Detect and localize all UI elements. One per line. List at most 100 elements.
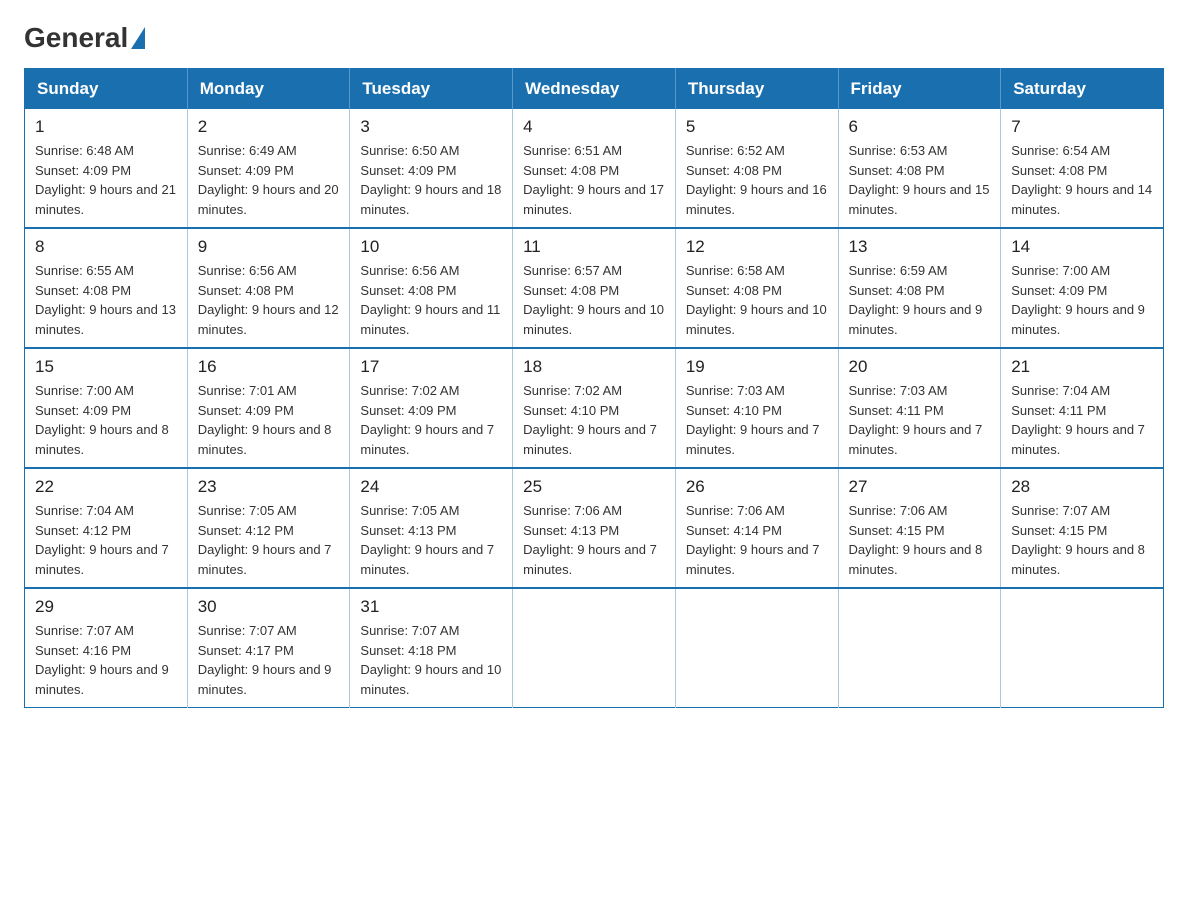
day-number: 10: [360, 237, 502, 257]
day-info: Sunrise: 7:03 AMSunset: 4:11 PMDaylight:…: [849, 381, 991, 459]
calendar-cell: 28 Sunrise: 7:07 AMSunset: 4:15 PMDaylig…: [1001, 468, 1164, 588]
calendar-cell: 20 Sunrise: 7:03 AMSunset: 4:11 PMDaylig…: [838, 348, 1001, 468]
day-number: 4: [523, 117, 665, 137]
day-number: 6: [849, 117, 991, 137]
calendar-cell: 2 Sunrise: 6:49 AMSunset: 4:09 PMDayligh…: [187, 109, 350, 228]
day-number: 31: [360, 597, 502, 617]
calendar-cell: 24 Sunrise: 7:05 AMSunset: 4:13 PMDaylig…: [350, 468, 513, 588]
day-number: 22: [35, 477, 177, 497]
day-number: 30: [198, 597, 340, 617]
week-row-5: 29 Sunrise: 7:07 AMSunset: 4:16 PMDaylig…: [25, 588, 1164, 708]
calendar-cell: 23 Sunrise: 7:05 AMSunset: 4:12 PMDaylig…: [187, 468, 350, 588]
day-number: 8: [35, 237, 177, 257]
calendar-cell: 13 Sunrise: 6:59 AMSunset: 4:08 PMDaylig…: [838, 228, 1001, 348]
day-number: 2: [198, 117, 340, 137]
day-info: Sunrise: 7:07 AMSunset: 4:15 PMDaylight:…: [1011, 501, 1153, 579]
calendar-cell: 18 Sunrise: 7:02 AMSunset: 4:10 PMDaylig…: [513, 348, 676, 468]
day-info: Sunrise: 7:01 AMSunset: 4:09 PMDaylight:…: [198, 381, 340, 459]
calendar-cell: [513, 588, 676, 708]
calendar-cell: 25 Sunrise: 7:06 AMSunset: 4:13 PMDaylig…: [513, 468, 676, 588]
day-info: Sunrise: 6:48 AMSunset: 4:09 PMDaylight:…: [35, 141, 177, 219]
day-number: 28: [1011, 477, 1153, 497]
day-number: 3: [360, 117, 502, 137]
calendar-cell: 7 Sunrise: 6:54 AMSunset: 4:08 PMDayligh…: [1001, 109, 1164, 228]
week-row-3: 15 Sunrise: 7:00 AMSunset: 4:09 PMDaylig…: [25, 348, 1164, 468]
calendar-cell: 5 Sunrise: 6:52 AMSunset: 4:08 PMDayligh…: [675, 109, 838, 228]
day-number: 12: [686, 237, 828, 257]
weekday-header-tuesday: Tuesday: [350, 69, 513, 110]
day-number: 18: [523, 357, 665, 377]
day-info: Sunrise: 7:07 AMSunset: 4:17 PMDaylight:…: [198, 621, 340, 699]
calendar-cell: 17 Sunrise: 7:02 AMSunset: 4:09 PMDaylig…: [350, 348, 513, 468]
day-number: 17: [360, 357, 502, 377]
day-number: 21: [1011, 357, 1153, 377]
weekday-header-wednesday: Wednesday: [513, 69, 676, 110]
day-number: 13: [849, 237, 991, 257]
weekday-header-row: SundayMondayTuesdayWednesdayThursdayFrid…: [25, 69, 1164, 110]
day-info: Sunrise: 6:58 AMSunset: 4:08 PMDaylight:…: [686, 261, 828, 339]
day-info: Sunrise: 6:50 AMSunset: 4:09 PMDaylight:…: [360, 141, 502, 219]
day-number: 9: [198, 237, 340, 257]
day-number: 29: [35, 597, 177, 617]
calendar-cell: [675, 588, 838, 708]
calendar-cell: 11 Sunrise: 6:57 AMSunset: 4:08 PMDaylig…: [513, 228, 676, 348]
calendar-cell: [838, 588, 1001, 708]
calendar-cell: 26 Sunrise: 7:06 AMSunset: 4:14 PMDaylig…: [675, 468, 838, 588]
calendar-cell: 3 Sunrise: 6:50 AMSunset: 4:09 PMDayligh…: [350, 109, 513, 228]
weekday-header-saturday: Saturday: [1001, 69, 1164, 110]
calendar-cell: 21 Sunrise: 7:04 AMSunset: 4:11 PMDaylig…: [1001, 348, 1164, 468]
day-info: Sunrise: 6:51 AMSunset: 4:08 PMDaylight:…: [523, 141, 665, 219]
calendar-cell: 1 Sunrise: 6:48 AMSunset: 4:09 PMDayligh…: [25, 109, 188, 228]
calendar-cell: 4 Sunrise: 6:51 AMSunset: 4:08 PMDayligh…: [513, 109, 676, 228]
calendar-cell: 15 Sunrise: 7:00 AMSunset: 4:09 PMDaylig…: [25, 348, 188, 468]
day-number: 23: [198, 477, 340, 497]
day-info: Sunrise: 6:56 AMSunset: 4:08 PMDaylight:…: [360, 261, 502, 339]
day-info: Sunrise: 7:00 AMSunset: 4:09 PMDaylight:…: [1011, 261, 1153, 339]
calendar-cell: 27 Sunrise: 7:06 AMSunset: 4:15 PMDaylig…: [838, 468, 1001, 588]
day-info: Sunrise: 7:03 AMSunset: 4:10 PMDaylight:…: [686, 381, 828, 459]
calendar-cell: 8 Sunrise: 6:55 AMSunset: 4:08 PMDayligh…: [25, 228, 188, 348]
calendar-cell: 10 Sunrise: 6:56 AMSunset: 4:08 PMDaylig…: [350, 228, 513, 348]
weekday-header-friday: Friday: [838, 69, 1001, 110]
day-info: Sunrise: 7:00 AMSunset: 4:09 PMDaylight:…: [35, 381, 177, 459]
day-info: Sunrise: 6:59 AMSunset: 4:08 PMDaylight:…: [849, 261, 991, 339]
calendar-cell: 12 Sunrise: 6:58 AMSunset: 4:08 PMDaylig…: [675, 228, 838, 348]
day-number: 11: [523, 237, 665, 257]
day-info: Sunrise: 6:56 AMSunset: 4:08 PMDaylight:…: [198, 261, 340, 339]
day-info: Sunrise: 6:55 AMSunset: 4:08 PMDaylight:…: [35, 261, 177, 339]
day-info: Sunrise: 7:05 AMSunset: 4:13 PMDaylight:…: [360, 501, 502, 579]
weekday-header-monday: Monday: [187, 69, 350, 110]
day-info: Sunrise: 6:53 AMSunset: 4:08 PMDaylight:…: [849, 141, 991, 219]
day-info: Sunrise: 7:04 AMSunset: 4:12 PMDaylight:…: [35, 501, 177, 579]
logo: General: [24, 24, 148, 52]
logo-triangle-icon: [131, 27, 145, 49]
day-info: Sunrise: 7:04 AMSunset: 4:11 PMDaylight:…: [1011, 381, 1153, 459]
day-number: 7: [1011, 117, 1153, 137]
week-row-4: 22 Sunrise: 7:04 AMSunset: 4:12 PMDaylig…: [25, 468, 1164, 588]
day-info: Sunrise: 7:02 AMSunset: 4:09 PMDaylight:…: [360, 381, 502, 459]
calendar-table: SundayMondayTuesdayWednesdayThursdayFrid…: [24, 68, 1164, 708]
day-number: 20: [849, 357, 991, 377]
logo-general-text: General: [24, 24, 128, 52]
day-info: Sunrise: 7:07 AMSunset: 4:18 PMDaylight:…: [360, 621, 502, 699]
weekday-header-sunday: Sunday: [25, 69, 188, 110]
calendar-cell: 29 Sunrise: 7:07 AMSunset: 4:16 PMDaylig…: [25, 588, 188, 708]
day-number: 14: [1011, 237, 1153, 257]
page-header: General: [24, 24, 1164, 52]
day-info: Sunrise: 7:06 AMSunset: 4:13 PMDaylight:…: [523, 501, 665, 579]
calendar-cell: [1001, 588, 1164, 708]
day-info: Sunrise: 6:49 AMSunset: 4:09 PMDaylight:…: [198, 141, 340, 219]
calendar-cell: 19 Sunrise: 7:03 AMSunset: 4:10 PMDaylig…: [675, 348, 838, 468]
week-row-1: 1 Sunrise: 6:48 AMSunset: 4:09 PMDayligh…: [25, 109, 1164, 228]
calendar-cell: 31 Sunrise: 7:07 AMSunset: 4:18 PMDaylig…: [350, 588, 513, 708]
day-number: 26: [686, 477, 828, 497]
day-number: 27: [849, 477, 991, 497]
weekday-header-thursday: Thursday: [675, 69, 838, 110]
calendar-cell: 6 Sunrise: 6:53 AMSunset: 4:08 PMDayligh…: [838, 109, 1001, 228]
day-info: Sunrise: 6:54 AMSunset: 4:08 PMDaylight:…: [1011, 141, 1153, 219]
day-info: Sunrise: 6:52 AMSunset: 4:08 PMDaylight:…: [686, 141, 828, 219]
calendar-cell: 22 Sunrise: 7:04 AMSunset: 4:12 PMDaylig…: [25, 468, 188, 588]
day-info: Sunrise: 6:57 AMSunset: 4:08 PMDaylight:…: [523, 261, 665, 339]
day-number: 19: [686, 357, 828, 377]
day-number: 16: [198, 357, 340, 377]
